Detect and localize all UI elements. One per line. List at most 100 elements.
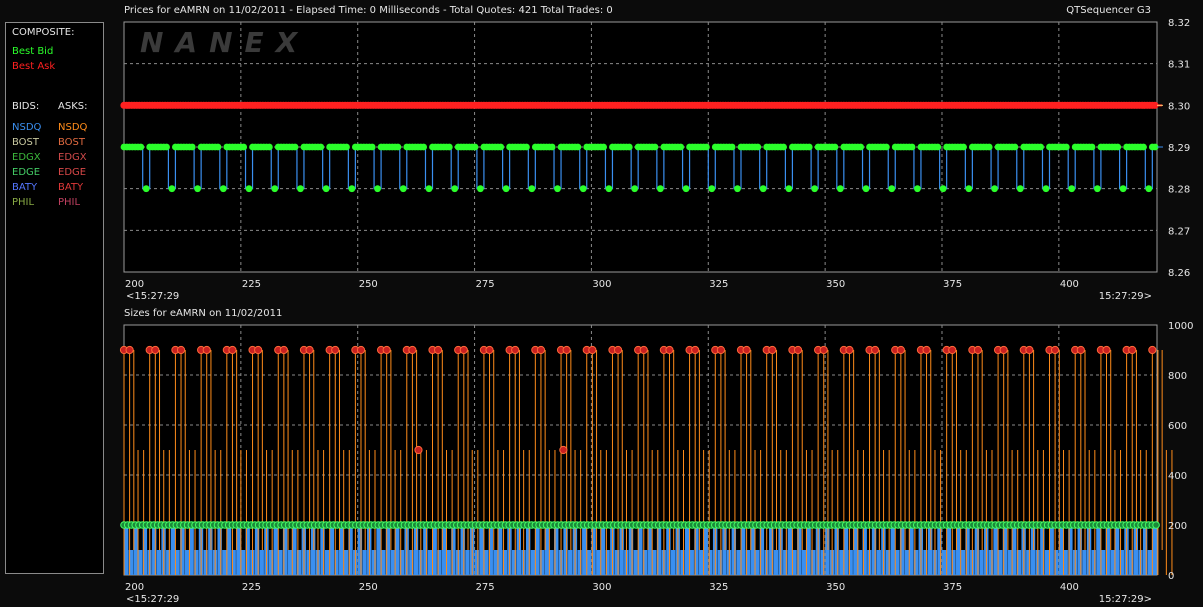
best-bid-point bbox=[600, 143, 607, 151]
best-bid-point bbox=[939, 185, 947, 193]
best-bid-point bbox=[1094, 185, 1101, 193]
best-bid-point bbox=[656, 185, 664, 193]
best-bid-point bbox=[888, 185, 896, 193]
best-bid-point bbox=[985, 143, 993, 151]
best-bid-point bbox=[297, 185, 304, 193]
best-bid-point bbox=[497, 143, 505, 151]
price-x-tick: 200 bbox=[125, 279, 144, 290]
best-bid-point bbox=[265, 143, 273, 151]
best-bid-point bbox=[142, 185, 150, 193]
best-bid-point bbox=[677, 143, 685, 151]
best-bid-point bbox=[1140, 143, 1147, 151]
price-y-tick: 8.30 bbox=[1168, 101, 1190, 112]
best-bid-point bbox=[548, 143, 556, 151]
best-bid-point bbox=[1088, 143, 1096, 151]
best-bid-point bbox=[374, 185, 381, 193]
best-bid-point bbox=[708, 185, 716, 193]
price-y-tick: 8.26 bbox=[1168, 268, 1190, 279]
best-bid-point bbox=[651, 143, 659, 151]
best-bid-point bbox=[317, 143, 325, 151]
best-bid-point bbox=[1068, 185, 1076, 193]
best-bid-point bbox=[882, 143, 890, 151]
price-x-tick: 325 bbox=[709, 279, 728, 290]
price-time-start: <15:27:29 bbox=[126, 291, 179, 302]
best-bid-point bbox=[780, 143, 787, 151]
best-bid-point bbox=[348, 185, 356, 193]
best-bid-point bbox=[960, 143, 967, 151]
price-time-end: 15:27:29> bbox=[1099, 291, 1152, 302]
best-bid-point bbox=[420, 143, 428, 151]
price-x-tick: 275 bbox=[476, 279, 495, 290]
price-x-tick: 375 bbox=[943, 279, 962, 290]
best-bid-point bbox=[1062, 143, 1070, 151]
price-x-tick: 300 bbox=[592, 279, 611, 290]
best-bid-point bbox=[605, 185, 613, 193]
best-bid-point bbox=[1011, 143, 1019, 151]
best-bid-point bbox=[805, 143, 813, 151]
best-bid-point bbox=[759, 185, 767, 193]
best-bid-point bbox=[914, 185, 921, 193]
best-bid-point bbox=[625, 143, 633, 151]
best-bid-point bbox=[574, 143, 582, 151]
best-bid-point bbox=[1114, 143, 1122, 151]
best-bid-point bbox=[1037, 143, 1045, 151]
best-bid-point bbox=[445, 143, 453, 151]
best-bid-point bbox=[991, 185, 998, 193]
best-bid-point bbox=[523, 143, 530, 151]
best-bid-point bbox=[836, 185, 844, 193]
best-bid-point bbox=[1119, 185, 1127, 193]
price-y-tick: 8.32 bbox=[1168, 18, 1190, 29]
best-bid-point bbox=[831, 143, 839, 151]
best-bid-point bbox=[811, 185, 819, 193]
best-bid-point bbox=[322, 185, 330, 193]
best-bid-point bbox=[343, 143, 350, 151]
best-bid-point bbox=[219, 185, 227, 193]
best-bid-point bbox=[862, 185, 870, 193]
best-bid-point bbox=[368, 143, 376, 151]
price-y-tick: 8.28 bbox=[1168, 185, 1190, 196]
price-y-tick: 8.29 bbox=[1168, 143, 1190, 154]
best-bid-point bbox=[1016, 185, 1024, 193]
best-bid-point bbox=[194, 185, 202, 193]
best-bid-point bbox=[1042, 185, 1050, 193]
best-bid-point bbox=[425, 185, 433, 193]
best-bid-point bbox=[168, 185, 176, 193]
best-bid-point bbox=[214, 143, 222, 151]
best-bid-point bbox=[934, 143, 942, 151]
best-bid-point bbox=[471, 143, 479, 151]
best-bid-point bbox=[785, 185, 793, 193]
best-bid-point bbox=[1145, 185, 1153, 193]
best-bid-point bbox=[245, 185, 253, 193]
watermark-logo: NANEX bbox=[140, 26, 309, 59]
price-x-tick: 400 bbox=[1060, 279, 1079, 290]
best-bid-point bbox=[965, 185, 973, 193]
best-bid-point bbox=[137, 143, 145, 151]
best-bid-point bbox=[528, 185, 536, 193]
best-bid-point bbox=[502, 185, 510, 193]
best-bid-point bbox=[754, 143, 762, 151]
best-bid-point bbox=[477, 185, 484, 193]
best-bid-point bbox=[631, 185, 639, 193]
best-bid-point bbox=[682, 185, 690, 193]
best-bid-point bbox=[908, 143, 916, 151]
best-bid-point bbox=[857, 143, 865, 151]
best-bid-point bbox=[703, 143, 710, 151]
best-bid-point bbox=[554, 185, 561, 193]
best-bid-point bbox=[579, 185, 587, 193]
price-chart: NANEX 8.32 8.31 8.30 8.29 8.28 8.27 8.26 200 225 2… bbox=[120, 18, 1190, 302]
best-bid-point bbox=[271, 185, 279, 193]
price-y-tick: 8.31 bbox=[1168, 60, 1190, 71]
best-bid-point bbox=[240, 143, 248, 151]
best-bid-point bbox=[188, 143, 196, 151]
best-bid-point bbox=[451, 185, 459, 193]
best-bid-point bbox=[394, 143, 402, 151]
best-bid-point bbox=[399, 185, 407, 193]
best-bid-point bbox=[734, 185, 741, 193]
price-x-tick: 250 bbox=[359, 279, 378, 290]
price-x-tick: 225 bbox=[242, 279, 261, 290]
best-bid-point bbox=[291, 143, 299, 151]
best-bid-point bbox=[728, 143, 736, 151]
price-x-tick: 350 bbox=[826, 279, 845, 290]
price-y-tick: 8.27 bbox=[1168, 226, 1190, 237]
best-bid-point bbox=[163, 143, 170, 151]
